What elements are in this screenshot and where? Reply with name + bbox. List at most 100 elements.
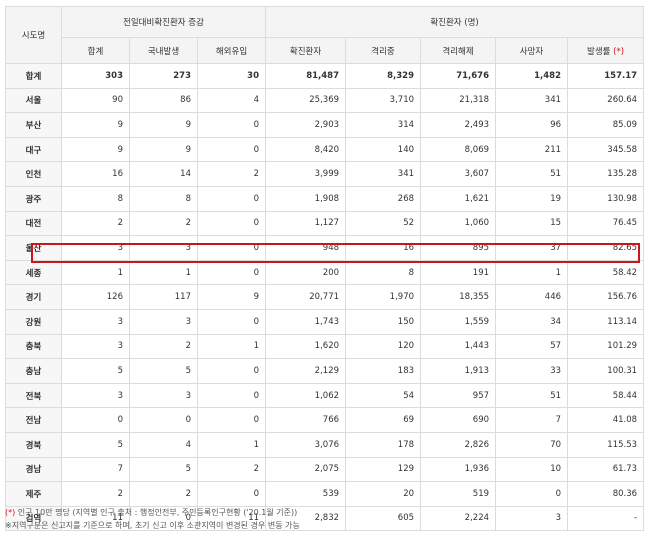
isolated-cell: 8 — [345, 259, 422, 286]
rate-cell: 115.53 — [567, 431, 645, 458]
total-cell: 1 — [61, 259, 130, 286]
table-row: 광주 8 8 0 1,908 268 1,621 19 130.98 — [5, 185, 645, 212]
total-cell: 90 — [61, 87, 130, 114]
table-row: 경기 126 117 9 20,771 1,970 18,355 446 156.76 — [5, 284, 645, 310]
overseas-cell: 2 — [196, 456, 267, 483]
confirmed-cell: 1,127 — [265, 210, 347, 237]
region-cell: 합계 — [5, 63, 62, 89]
col-header-released: 격리해제 — [420, 37, 497, 64]
released-cell: 1,621 — [420, 185, 497, 212]
region-cell: 경남 — [5, 456, 62, 483]
isolated-cell: 150 — [345, 308, 422, 335]
total-cell: 8 — [61, 185, 130, 212]
region-cell: 부산 — [5, 112, 62, 138]
region-cell: 경기 — [5, 284, 62, 310]
released-cell: 18,355 — [420, 284, 497, 310]
table-row: 세종 1 1 0 200 8 191 1 58.42 — [5, 259, 645, 286]
footnote-region-text: 지역구분은 신고지를 기준으로 하며, 초기 신고 이후 소관지역이 변경된 경… — [11, 521, 300, 530]
rate-footnote-mark: (*) — [613, 46, 625, 57]
isolated-cell: 140 — [345, 136, 422, 163]
deaths-cell: 51 — [495, 382, 569, 409]
rate-cell: 80.36 — [567, 481, 645, 507]
footnote-reference-mark: ※ — [5, 521, 12, 530]
confirmed-cell: 20,771 — [265, 284, 347, 310]
overseas-cell: 0 — [196, 308, 267, 335]
table-row: 대전 2 2 0 1,127 52 1,060 15 76.45 — [5, 210, 645, 237]
released-cell: 21,318 — [420, 87, 497, 114]
table-body: 합계 303 273 30 81,487 8,329 71,676 1,482 157.17 서울… — [5, 63, 645, 532]
confirmed-cell: 3,076 — [265, 431, 347, 458]
isolated-cell: 183 — [345, 358, 422, 384]
domestic-cell: 8 — [129, 185, 198, 212]
table-row: 전북 3 3 0 1,062 54 957 51 58.44 — [5, 382, 645, 409]
footnotes: (*) 인구 10만 명당 (지역별 인구 출처 : 행정안전부, 주민등록인구… — [5, 506, 300, 532]
confirmed-cell: 1,908 — [265, 185, 347, 212]
deaths-cell: 51 — [495, 161, 569, 187]
confirmed-cell: 1,062 — [265, 382, 347, 409]
isolated-cell: 8,329 — [345, 63, 422, 89]
region-cell: 제주 — [5, 481, 62, 507]
overseas-cell: 0 — [196, 136, 267, 163]
total-cell: 7 — [61, 456, 130, 483]
region-cell: 충남 — [5, 358, 62, 384]
rate-cell: 76.45 — [567, 210, 645, 237]
overseas-cell: 0 — [196, 358, 267, 384]
table-row: 제주 2 2 0 539 20 519 0 80.36 — [5, 481, 645, 507]
domestic-cell: 117 — [129, 284, 198, 310]
table-header: 시도명 전일대비확진환자 증감 확진환자 (명) 합계 국내발생 해외유입 확진… — [5, 6, 645, 64]
footnote-text: 인구 10만 명당 (지역별 인구 출처 : 행정안전부, 주민등록인구현황 (… — [15, 508, 298, 517]
isolated-cell: 314 — [345, 112, 422, 138]
highlight-box — [31, 243, 640, 263]
released-cell: 690 — [420, 407, 497, 433]
overseas-cell: 0 — [196, 382, 267, 409]
region-cell: 대전 — [5, 210, 62, 237]
released-cell: 1,060 — [420, 210, 497, 237]
confirmed-cell: 200 — [265, 259, 347, 286]
domestic-cell: 5 — [129, 358, 198, 384]
table-row: 대구 9 9 0 8,420 140 8,069 211 345.58 — [5, 136, 645, 163]
released-cell: 71,676 — [420, 63, 497, 89]
deaths-cell: 1 — [495, 259, 569, 286]
total-cell: 3 — [61, 382, 130, 409]
col-header-total: 합계 — [61, 37, 130, 64]
region-cell: 광주 — [5, 185, 62, 212]
footnote-rate: (*) 인구 10만 명당 (지역별 인구 출처 : 행정안전부, 주민등록인구… — [5, 506, 300, 519]
total-cell: 3 — [61, 333, 130, 360]
deaths-cell: 33 — [495, 358, 569, 384]
deaths-cell: 211 — [495, 136, 569, 163]
table-row: 인천 16 14 2 3,999 341 3,607 51 135.28 — [5, 161, 645, 187]
isolated-cell: 605 — [345, 505, 422, 532]
covid-status-table: 시도명 전일대비확진환자 증감 확진환자 (명) 합계 국내발생 해외유입 확진… — [5, 6, 645, 532]
total-cell: 126 — [61, 284, 130, 310]
rate-cell: 157.17 — [567, 63, 645, 89]
deaths-cell: 70 — [495, 431, 569, 458]
domestic-cell: 0 — [129, 407, 198, 433]
isolated-cell: 129 — [345, 456, 422, 483]
col-header-confirmed: 확진환자 — [265, 37, 347, 64]
table-row: 서울 90 86 4 25,369 3,710 21,318 341 260.64 — [5, 87, 645, 114]
overseas-cell: 0 — [196, 185, 267, 212]
confirmed-cell: 25,369 — [265, 87, 347, 114]
released-cell: 1,913 — [420, 358, 497, 384]
overseas-cell: 0 — [196, 112, 267, 138]
confirmed-cell: 8,420 — [265, 136, 347, 163]
released-cell: 2,493 — [420, 112, 497, 138]
released-cell: 1,559 — [420, 308, 497, 335]
domestic-cell: 4 — [129, 431, 198, 458]
rate-cell: 260.64 — [567, 87, 645, 114]
confirmed-cell: 766 — [265, 407, 347, 433]
region-cell: 대구 — [5, 136, 62, 163]
overseas-cell: 4 — [196, 87, 267, 114]
deaths-cell: 341 — [495, 87, 569, 114]
region-cell: 인천 — [5, 161, 62, 187]
total-cell: 9 — [61, 136, 130, 163]
domestic-cell: 1 — [129, 259, 198, 286]
deaths-cell: 446 — [495, 284, 569, 310]
deaths-cell: 3 — [495, 505, 569, 532]
domestic-cell: 86 — [129, 87, 198, 114]
col-header-domestic: 국내발생 — [129, 37, 198, 64]
overseas-cell: 2 — [196, 161, 267, 187]
deaths-cell: 7 — [495, 407, 569, 433]
released-cell: 1,443 — [420, 333, 497, 360]
table-row: 강원 3 3 0 1,743 150 1,559 34 113.14 — [5, 308, 645, 335]
